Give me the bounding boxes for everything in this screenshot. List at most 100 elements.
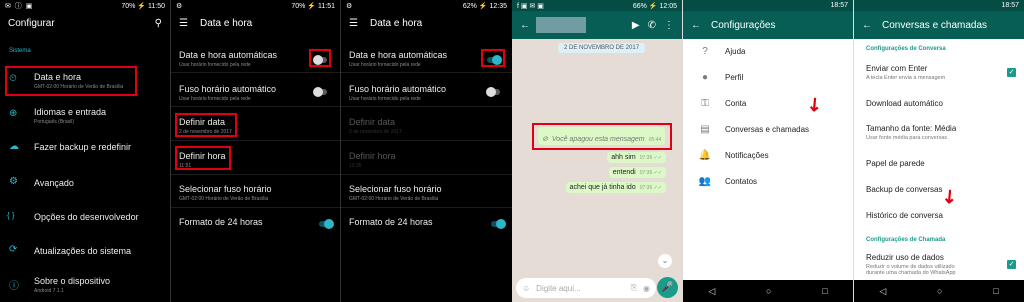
page-title: Configurações xyxy=(711,19,776,31)
gear-icon: ⚙ xyxy=(9,176,18,187)
menu-icon[interactable]: ☰ xyxy=(349,18,358,29)
message-bubble[interactable]: achei que já tinha ido 07:36 ✓✓ xyxy=(565,182,666,193)
format-24h-row[interactable]: Formato de 24 horas xyxy=(349,217,512,227)
scroll-down-button[interactable]: ⌄ xyxy=(658,254,672,268)
section-label: Sistema xyxy=(9,48,31,54)
select-timezone-row[interactable]: Selecionar fuso horário GMT-02:00 Horário… xyxy=(179,184,340,202)
back-nav-icon[interactable]: ◁ xyxy=(708,286,715,297)
chat-header: ← ▶ ✆ ⋮ xyxy=(512,11,682,39)
settings-item-about[interactable]: ⓘ Sobre o dispositivo Android 7.1.1 xyxy=(0,274,170,296)
profile-icon: ● xyxy=(701,71,709,83)
back-arrow-icon[interactable]: ← xyxy=(691,20,701,31)
settings-item-backup[interactable]: ☁ Fazer backup e redefinir xyxy=(0,140,170,160)
braces-icon: { } xyxy=(7,211,15,220)
section-label: Configurações de Conversa xyxy=(866,46,946,52)
highlight-date-time xyxy=(5,66,137,96)
chats-calls-panel: 18:57 ← Conversas e chamadas Configuraçõ… xyxy=(853,0,1024,302)
contacts-icon: 👥 xyxy=(698,175,712,187)
update-icon: ⟳ xyxy=(9,244,18,255)
status-bar: f ▣ ✉ ▣ 66% ⚡ 12:05 xyxy=(512,0,682,11)
date-time-panel: ⚙ 70% ⚡ 11:51 ☰ Data e hora Data e hora a… xyxy=(170,0,340,302)
date-chip: 2 DE NOVEMBRO DE 2017 xyxy=(558,43,646,53)
back-nav-icon[interactable]: ◁ xyxy=(879,286,886,297)
settings-item-updates[interactable]: ⟳ Atualizações do sistema xyxy=(0,244,170,262)
mic-button[interactable]: 🎤 xyxy=(657,277,678,298)
video-call-icon[interactable]: ▶ xyxy=(632,20,640,31)
highlight-deleted-message xyxy=(532,123,672,150)
back-arrow-icon[interactable]: ← xyxy=(520,20,530,31)
settings-item-account[interactable]: ⚿ Conta xyxy=(683,90,853,116)
settings-item-languages[interactable]: ⊕ Idiomas e entrada Português (Brasil) xyxy=(0,105,170,127)
chat-history-row[interactable]: Histórico de conversa xyxy=(866,211,1014,220)
select-timezone-row[interactable]: Selecionar fuso horário GMT-02:00 Horário… xyxy=(349,184,512,202)
settings-item-chats[interactable]: ▤ Conversas e chamadas xyxy=(683,116,853,142)
page-title: Conversas e chamadas xyxy=(882,19,988,31)
phone-icon[interactable]: ✆ xyxy=(648,20,656,31)
format-24h-row[interactable]: Formato de 24 horas xyxy=(179,217,340,227)
recent-apps-icon[interactable]: □ xyxy=(993,286,998,296)
reduce-data-row[interactable]: Reduzir uso de dados Reduzir o volume de … xyxy=(866,253,1014,276)
date-time-header: ☰ Data e hora xyxy=(171,11,340,35)
settings-item-notifications[interactable]: 🔔 Notificações xyxy=(683,142,853,168)
menu-icon[interactable]: ☰ xyxy=(179,18,188,29)
page-title: Configurar xyxy=(8,17,55,29)
home-nav-icon[interactable]: ○ xyxy=(937,286,942,296)
section-label: Configurações de Chamada xyxy=(866,237,946,243)
status-bar: ✉ ⓘ ▣ 70% ⚡ 11:50 xyxy=(5,2,165,10)
format-24h-toggle[interactable] xyxy=(319,219,334,229)
date-time-header: ☰ Data e hora xyxy=(341,11,512,35)
recent-apps-icon[interactable]: □ xyxy=(822,286,827,296)
status-bar: 18:57 xyxy=(854,0,1024,11)
settings-item-developer[interactable]: { } Opções do desenvolvedor xyxy=(0,210,170,228)
settings-item-help[interactable]: ? Ajuda xyxy=(683,38,853,64)
highlight-auto-toggle xyxy=(481,49,505,67)
enter-send-row[interactable]: Enviar com Enter A tecla Enter envia a me… xyxy=(866,64,1014,81)
settings-header: ← Configurações xyxy=(683,11,853,39)
info-icon: ⓘ xyxy=(9,281,19,292)
date-time-panel-auto: ⚙ 62% ⚡ 12:35 ☰ Data e hora Data e hora a… xyxy=(340,0,512,302)
nav-bar: ◁ ○ □ xyxy=(683,280,853,302)
message-bubble[interactable]: entendi 07:36 ✓✓ xyxy=(608,167,666,178)
attach-icon[interactable]: ⎘ xyxy=(631,283,637,293)
back-arrow-icon[interactable]: ← xyxy=(862,20,872,31)
chat-icon: ▤ xyxy=(700,123,710,135)
chats-header: ← Conversas e chamadas xyxy=(854,11,1024,39)
search-icon[interactable]: ⚲ xyxy=(155,18,162,29)
settings-item-advanced[interactable]: ⚙ Avançado xyxy=(0,176,170,194)
camera-icon[interactable]: ◉ xyxy=(643,284,650,293)
bell-icon: 🔔 xyxy=(698,149,712,161)
contact-avatar[interactable] xyxy=(536,17,586,33)
font-size-row[interactable]: Tamanho da fonte: Média Usar fonte média … xyxy=(866,124,1014,141)
whatsapp-chat-panel: f ▣ ✉ ▣ 66% ⚡ 12:05 ← ▶ ✆ ⋮ 2 DE NOVEMBRO… xyxy=(512,0,682,302)
set-date-row: Definir data 2 de novembro de 2017 xyxy=(349,117,402,135)
wallpaper-row[interactable]: Papel de parede xyxy=(866,159,1014,168)
home-nav-icon[interactable]: ○ xyxy=(766,286,771,296)
nav-bar: ◁ ○ □ xyxy=(854,280,1024,302)
highlight-auto-toggle xyxy=(309,49,331,67)
cloud-icon: ☁ xyxy=(9,141,19,152)
auto-timezone-toggle[interactable] xyxy=(486,87,500,97)
highlight-set-time xyxy=(175,146,231,170)
whatsapp-settings-panel: 18:57 ← Configurações ? Ajuda ● Perfil ⚿ Co… xyxy=(682,0,853,302)
settings-item-contacts[interactable]: 👥 Contatos xyxy=(683,168,853,194)
status-bar: 18:57 xyxy=(683,0,853,11)
status-bar: ⚙ 62% ⚡ 12:35 xyxy=(346,2,507,10)
more-options-icon[interactable]: ⋮ xyxy=(664,20,674,31)
auto-download-row[interactable]: Download automático xyxy=(866,99,1014,108)
settings-item-profile[interactable]: ● Perfil xyxy=(683,64,853,90)
set-time-row: Definir hora 12:35 xyxy=(349,151,396,169)
page-title: Data e hora xyxy=(369,17,423,29)
format-24h-toggle[interactable] xyxy=(491,219,506,229)
enter-send-checkbox[interactable]: ✓ xyxy=(1007,68,1016,77)
key-icon: ⚿ xyxy=(701,97,709,109)
help-icon: ? xyxy=(702,45,708,57)
globe-icon: ⊕ xyxy=(9,108,18,119)
auto-timezone-toggle[interactable] xyxy=(313,87,327,97)
message-bubble[interactable]: ahh sim 07:36 ✓✓ xyxy=(607,152,666,163)
status-bar: ⚙ 70% ⚡ 11:51 xyxy=(176,2,335,10)
emoji-icon[interactable]: ☺ xyxy=(522,284,530,293)
settings-header: Configurar ⚲ xyxy=(0,11,170,35)
message-input[interactable]: ☺ Digite aqui... ⎘ ◉ xyxy=(516,278,656,298)
reduce-data-checkbox[interactable]: ✓ xyxy=(1007,260,1016,269)
page-title: Data e hora xyxy=(199,17,253,29)
